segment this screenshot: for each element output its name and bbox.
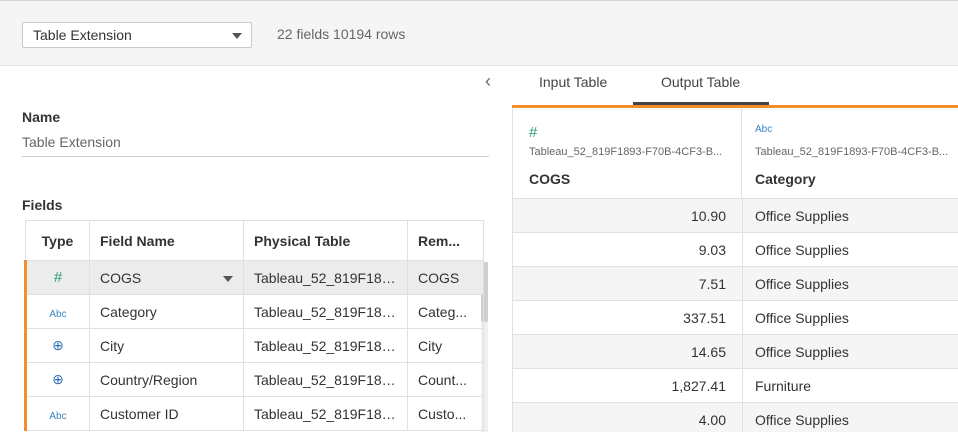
remote-name-cell: COGS	[407, 260, 484, 295]
field-name-cell[interactable]: Category	[89, 294, 244, 329]
cogs-value: 7.51	[698, 276, 726, 292]
output-row[interactable]: 337.51 Office Supplies	[513, 300, 958, 335]
type-cell[interactable]: ⊕	[24, 328, 90, 363]
string-icon: Abc	[49, 410, 67, 422]
output-row[interactable]: 10.90 Office Supplies	[513, 198, 958, 233]
table-row[interactable]: ⊕ City Tableau_52_819F189... City	[24, 328, 484, 363]
column-header-physical-table[interactable]: Physical Table	[243, 220, 408, 261]
remote-name-cell: Categ...	[407, 294, 484, 329]
type-cell[interactable]: Abc	[24, 396, 90, 431]
tab-output-table[interactable]: Output Table	[661, 74, 740, 100]
physical-table-cell: Tableau_52_819F189...	[243, 362, 408, 397]
type-cell[interactable]: #	[24, 260, 90, 295]
physical-table-cell: Tableau_52_819F189...	[243, 294, 408, 329]
fields-table-header: Type Field Name Physical Table Rem...	[25, 220, 484, 261]
output-row[interactable]: 1,827.41 Furniture	[513, 368, 958, 403]
field-name-cell[interactable]: Country/Region	[89, 362, 244, 397]
cogs-value: 4.00	[698, 412, 726, 428]
remote-name-cell: City	[407, 328, 484, 363]
top-bar: Table Extension 22 fields 10194 rows	[0, 0, 958, 66]
category-value: Furniture	[755, 378, 812, 394]
column-name: Category	[755, 171, 816, 187]
name-input[interactable]: Table Extension	[22, 132, 489, 157]
table-row[interactable]: ⊕ Country/Region Tableau_52_819F189... C…	[24, 362, 484, 397]
column-header-type[interactable]: Type	[25, 220, 90, 261]
cogs-value: 1,827.41	[671, 378, 727, 394]
table-tabs: Input Table Output Table	[512, 64, 958, 108]
physical-table-cell: Tableau_52_819F189...	[243, 328, 408, 363]
string-icon: Abc	[755, 124, 773, 135]
field-name: COGS	[100, 269, 142, 286]
field-name-cell[interactable]: COGS	[89, 260, 244, 295]
remote-name-cell: Custo...	[407, 396, 484, 431]
category-value: Office Supplies	[755, 412, 849, 428]
column-name: COGS	[529, 171, 571, 187]
table-row[interactable]: # COGS Tableau_52_819F189... COGS	[24, 260, 484, 295]
table-row[interactable]: Abc Customer ID Tableau_52_819F189... Cu…	[24, 396, 484, 431]
fields-table: Type Field Name Physical Table Rem... # …	[24, 220, 484, 431]
table-select-dropdown[interactable]: Table Extension	[22, 22, 252, 48]
table-select-value: Table Extension	[33, 27, 132, 43]
category-value: Office Supplies	[755, 344, 849, 360]
table-row[interactable]: Abc Category Tableau_52_819F189... Categ…	[24, 294, 484, 329]
physical-table-cell: Tableau_52_819F189...	[243, 396, 408, 431]
output-table: # Tableau_52_819F1893-F70B-4CF3-B... COG…	[512, 108, 958, 432]
type-cell[interactable]: Abc	[24, 294, 90, 329]
physical-table-cell: Tableau_52_819F189...	[243, 260, 408, 295]
category-value: Office Supplies	[755, 242, 849, 258]
output-row[interactable]: 7.51 Office Supplies	[513, 266, 958, 301]
cogs-value: 337.51	[683, 310, 726, 326]
cogs-value: 14.65	[690, 344, 726, 360]
output-column-header-category[interactable]: Abc Tableau_52_819F1893-F70B-4CF3-B... C…	[742, 108, 958, 198]
output-row[interactable]: 4.00 Office Supplies	[513, 402, 958, 432]
globe-icon: ⊕	[52, 337, 64, 353]
chevron-down-icon[interactable]	[223, 275, 233, 282]
type-cell[interactable]: ⊕	[24, 362, 90, 397]
output-column-header-cogs[interactable]: # Tableau_52_819F1893-F70B-4CF3-B... COG…	[513, 108, 742, 198]
category-value: Office Supplies	[755, 310, 849, 326]
field-name-cell[interactable]: City	[89, 328, 244, 363]
name-label: Name	[22, 109, 61, 125]
column-source: Tableau_52_819F1893-F70B-4CF3-B...	[529, 146, 723, 158]
output-row[interactable]: 14.65 Office Supplies	[513, 334, 958, 369]
cogs-value: 10.90	[690, 208, 726, 224]
column-header-field-name[interactable]: Field Name	[89, 220, 244, 261]
string-icon: Abc	[49, 308, 67, 320]
globe-icon: ⊕	[52, 371, 64, 387]
number-icon: #	[529, 124, 538, 141]
number-icon: #	[53, 269, 63, 286]
tab-input-table[interactable]: Input Table	[539, 74, 607, 100]
column-source: Tableau_52_819F1893-F70B-4CF3-B...	[755, 146, 949, 158]
category-value: Office Supplies	[755, 208, 849, 224]
table-stats: 22 fields 10194 rows	[277, 26, 406, 42]
cogs-value: 9.03	[698, 242, 726, 258]
category-value: Office Supplies	[755, 276, 849, 292]
remote-name-cell: Count...	[407, 362, 484, 397]
field-name-cell[interactable]: Customer ID	[89, 396, 244, 431]
output-row[interactable]: 9.03 Office Supplies	[513, 232, 958, 267]
column-header-remote[interactable]: Rem...	[407, 220, 484, 261]
collapse-panel-icon[interactable]: ‹	[481, 71, 495, 91]
fields-label: Fields	[22, 197, 63, 213]
chevron-down-icon	[232, 33, 242, 39]
name-input-value: Table Extension	[22, 134, 121, 150]
